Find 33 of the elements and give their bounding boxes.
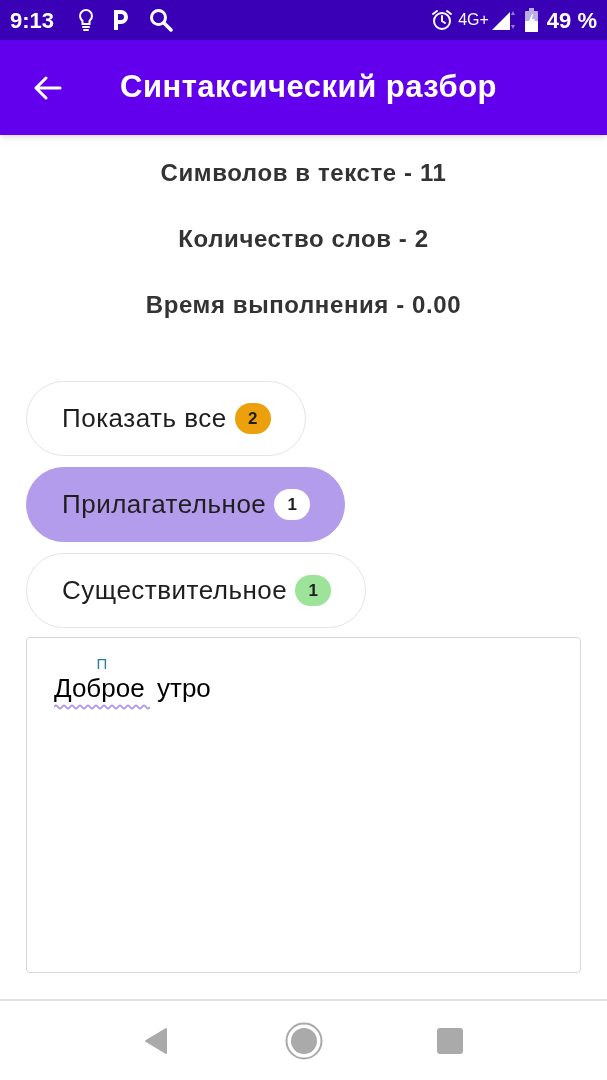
back-arrow-icon: [34, 75, 62, 100]
filter-chip[interactable]: Показать все 2: [26, 381, 306, 456]
home-nav-button[interactable]: [285, 1021, 323, 1060]
home-circle-icon: [285, 1021, 323, 1060]
count-badge: 2: [234, 403, 271, 434]
alarm-clock-icon: [431, 9, 454, 31]
back-triangle-icon: [144, 1027, 168, 1054]
chip-label: Прилагательное: [62, 488, 267, 521]
stat-text: Символов в тексте - 11: [160, 158, 447, 188]
stat-text: Количество слов - 2: [178, 224, 429, 254]
word-tag: П: [96, 656, 108, 673]
screen-title: Синтаксический разбор: [120, 68, 498, 107]
search-icon: [149, 8, 174, 32]
filter-chip[interactable]: Прилагательное 1: [26, 467, 346, 542]
text-editor[interactable]: П Доброе утро: [26, 637, 581, 973]
lightbulb-icon: [78, 8, 95, 32]
chip-label: Существительное: [62, 574, 288, 607]
square-icon: [437, 1027, 463, 1054]
p-icon: [113, 10, 130, 30]
count-badge: 1: [295, 575, 332, 606]
status-time: 9:13: [10, 6, 55, 35]
stat-text: Время выполнения - 0.00: [145, 290, 462, 320]
filter-chip[interactable]: Существительное 1: [26, 553, 367, 628]
signal-icon: [490, 9, 517, 31]
recents-nav-button[interactable]: [437, 1027, 463, 1054]
chip-label: Показать все: [62, 402, 227, 435]
battery-icon: [524, 8, 538, 32]
back-nav-button[interactable]: [143, 1026, 169, 1055]
battery-percent: 49 %: [546, 6, 597, 35]
word-text: Доброе: [54, 673, 146, 703]
count-badge: 1: [274, 489, 311, 520]
word-text: утро: [157, 673, 211, 703]
network-type: 4G+: [458, 10, 489, 30]
